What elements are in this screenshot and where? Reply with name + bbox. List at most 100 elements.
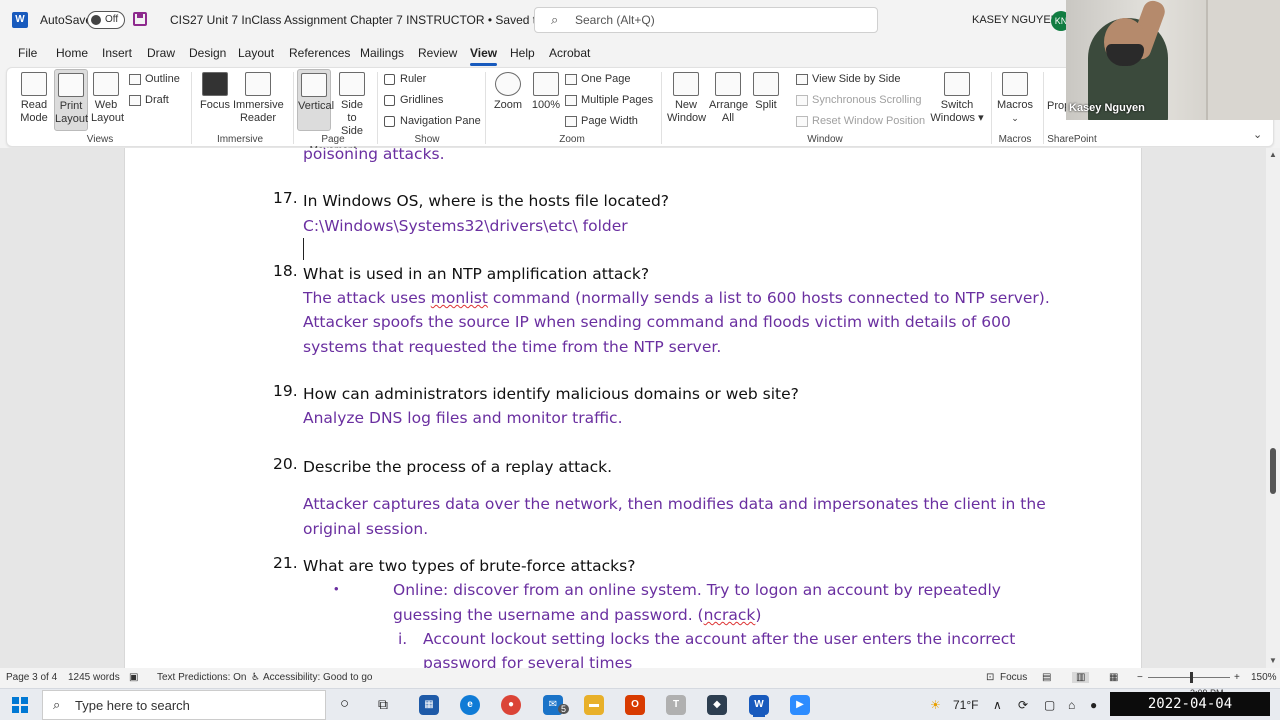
immersive-reader-button[interactable]: Immersive Reader	[233, 72, 284, 128]
menu-tab-view[interactable]: View	[470, 46, 498, 66]
web-layout-view-icon[interactable]: ▦	[1109, 672, 1118, 683]
menu-tab-mailings[interactable]: Mailings	[360, 46, 404, 60]
reset-position-icon	[796, 115, 808, 127]
taskbar-search-input[interactable]: ⌕ Type here to search	[42, 690, 326, 720]
zoom-100-button[interactable]: 100%	[529, 72, 563, 128]
page-width-button[interactable]: Page Width	[565, 115, 638, 127]
outline-button[interactable]: Outline	[129, 73, 180, 85]
switch-windows-label: Switch Windows ▾	[930, 99, 984, 124]
print-layout-view-icon[interactable]: ▥	[1072, 672, 1090, 683]
tray-app-icon[interactable]: ⟳	[1018, 698, 1028, 712]
zoom-slider-thumb[interactable]	[1190, 672, 1193, 683]
menu-tab-home[interactable]: Home	[56, 46, 88, 60]
scroll-down-icon[interactable]: ▼	[1269, 656, 1277, 665]
split-button[interactable]: Split	[751, 72, 781, 128]
menu-tab-acrobat[interactable]: Acrobat	[549, 46, 590, 60]
group-show: Show	[414, 134, 440, 145]
menu-tab-file[interactable]: File	[18, 46, 37, 60]
new-window-button[interactable]: New Window	[667, 72, 706, 128]
store-icon[interactable]: ▦	[419, 695, 439, 715]
question-number: 19.	[273, 382, 298, 400]
word-logo-icon: W	[12, 12, 28, 28]
print-layout-button[interactable]: Print Layout	[54, 69, 88, 131]
synchronous-scrolling-button[interactable]: Synchronous Scrolling	[796, 94, 921, 106]
weather-temp[interactable]: 71°F	[953, 698, 978, 712]
reset-window-position-button[interactable]: Reset Window Position	[796, 115, 925, 127]
switch-windows-button[interactable]: Switch Windows ▾	[929, 72, 985, 128]
word-taskbar-icon[interactable]: W	[749, 695, 769, 715]
menu-tab-insert[interactable]: Insert	[102, 46, 132, 60]
web-layout-icon	[93, 72, 119, 96]
zoom-in-icon[interactable]: +	[1234, 672, 1240, 683]
task-view-icon[interactable]: ⧉	[378, 696, 388, 713]
one-page-label: One Page	[581, 73, 631, 85]
zoom-button[interactable]: Zoom	[491, 72, 525, 128]
draft-icon	[129, 94, 141, 106]
misspelled-word[interactable]: monlist	[431, 289, 488, 307]
vertical-scroll-icon	[301, 73, 327, 97]
read-mode-icon	[21, 72, 47, 96]
navigation-pane-checkbox[interactable]: Navigation Pane	[384, 115, 481, 127]
chrome-icon[interactable]: ●	[501, 695, 521, 715]
zoom-slider[interactable]	[1148, 677, 1230, 678]
macros-button[interactable]: Macros ⌄	[995, 72, 1035, 128]
focus-mode-button[interactable]: Focus	[1000, 672, 1027, 683]
user-name[interactable]: KASEY NGUYEN	[972, 14, 1059, 26]
side-to-side-button[interactable]: Side to Side	[335, 72, 369, 137]
save-icon[interactable]	[133, 12, 147, 26]
read-mode-view-icon[interactable]: ▤	[1042, 672, 1051, 683]
text-predictions[interactable]: Text Predictions: On	[157, 672, 246, 683]
zoom-level[interactable]: 150%	[1251, 672, 1277, 683]
menu-tab-review[interactable]: Review	[418, 46, 457, 60]
microphone-icon[interactable]: ●	[1090, 698, 1097, 712]
gridlines-checkbox[interactable]: Gridlines	[384, 94, 443, 106]
ruler-checkbox[interactable]: Ruler	[384, 73, 426, 85]
office-icon[interactable]: O	[625, 695, 645, 715]
menu-tab-help[interactable]: Help	[510, 46, 535, 60]
vertical-scrollbar[interactable]: ▲ ▼	[1266, 148, 1280, 668]
proofing-icon[interactable]: ▣	[129, 672, 138, 683]
scroll-up-icon[interactable]: ▲	[1269, 150, 1277, 159]
file-explorer-icon[interactable]: ▬	[584, 695, 604, 715]
menu-tab-references[interactable]: References	[289, 46, 350, 60]
web-layout-button[interactable]: Web Layout	[91, 72, 124, 128]
menu-tab-layout[interactable]: Layout	[238, 46, 274, 60]
menu-tab-draw[interactable]: Draw	[147, 46, 175, 60]
scrollbar-thumb[interactable]	[1270, 448, 1276, 494]
answer-17: C:\Windows\Systems32\drivers\etc\ folder	[303, 217, 628, 235]
vertical-button[interactable]: Vertical	[297, 69, 334, 131]
autosave-toggle[interactable]: Off	[87, 11, 125, 29]
view-side-by-side-button[interactable]: View Side by Side	[796, 73, 900, 85]
virtualbox-icon[interactable]: ◆	[707, 695, 727, 715]
multiple-pages-button[interactable]: Multiple Pages	[565, 94, 653, 106]
answer-19: Analyze DNS log files and monitor traffi…	[303, 409, 623, 427]
search-input[interactable]: ⌕ Search (Alt+Q)	[534, 7, 878, 33]
windows-start-icon[interactable]	[12, 697, 28, 713]
zoom-out-icon[interactable]: −	[1137, 672, 1143, 683]
one-page-button[interactable]: One Page	[565, 73, 631, 85]
read-mode-button[interactable]: Read Mode	[15, 72, 53, 128]
accessibility-status[interactable]: Accessibility: Good to go	[263, 672, 373, 683]
menu-tab-design[interactable]: Design	[189, 46, 226, 60]
zoom-app-icon[interactable]: ▶	[790, 695, 810, 715]
outline-label: Outline	[145, 73, 180, 85]
tray-chevron-icon[interactable]: ∧	[993, 698, 1002, 712]
immersive-reader-label: Immersive Reader	[233, 99, 284, 124]
search-icon: ⌕	[53, 697, 61, 712]
network-icon[interactable]: ⌂	[1068, 698, 1075, 712]
focus-button[interactable]: Focus	[199, 72, 231, 128]
checkbox-icon	[384, 94, 395, 106]
weather-icon[interactable]: ☀	[930, 698, 941, 712]
tray-camera-icon[interactable]: ▢	[1044, 698, 1055, 712]
draft-button[interactable]: Draft	[129, 94, 169, 106]
collapse-ribbon-icon[interactable]: ⌄	[1253, 128, 1262, 141]
misspelled-word[interactable]: ncrack	[704, 606, 756, 624]
page-count[interactable]: Page 3 of 4	[6, 672, 57, 683]
webcam-name-label: Kasey Nguyen	[1069, 102, 1145, 114]
cortana-icon[interactable]: ○	[340, 695, 349, 712]
document-title[interactable]: CIS27 Unit 7 InClass Assignment Chapter …	[170, 13, 594, 27]
app-icon[interactable]: T	[666, 695, 686, 715]
arrange-all-button[interactable]: Arrange All	[709, 72, 748, 128]
edge-icon[interactable]: e	[460, 695, 480, 715]
word-count[interactable]: 1245 words	[68, 672, 120, 683]
